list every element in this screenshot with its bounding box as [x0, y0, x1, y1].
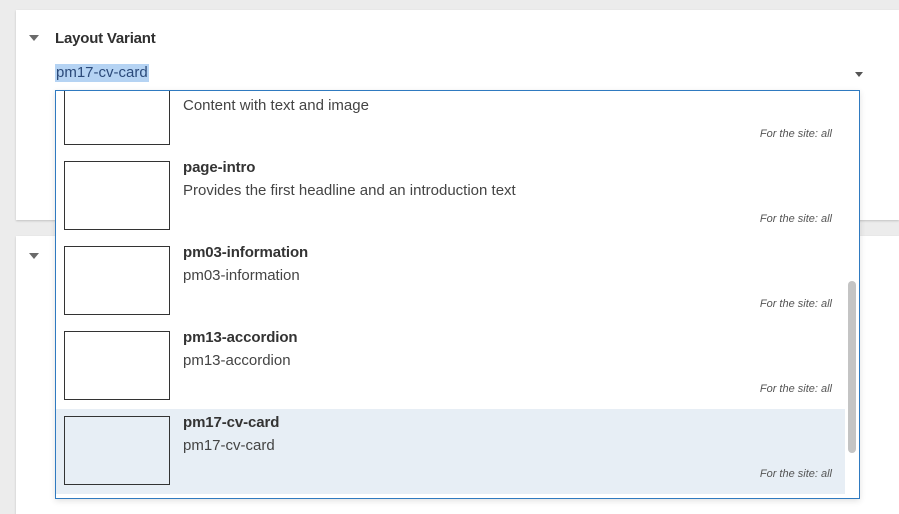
option-pm03-information[interactable]: pm03-information pm03-information For th…	[56, 239, 846, 324]
option-description: pm17-cv-card	[183, 437, 275, 454]
layout-variant-select[interactable]: pm17-cv-card	[55, 62, 863, 86]
layout-variant-dropdown-list[interactable]: content-text-image Content with text and…	[55, 90, 860, 499]
option-name: pm17-cv-card	[183, 414, 280, 431]
option-pm17-cv-card[interactable]: pm17-cv-card pm17-cv-card For the site: …	[56, 409, 846, 494]
option-thumbnail	[64, 161, 170, 230]
option-page-intro[interactable]: page-intro Provides the first headline a…	[56, 154, 846, 239]
option-description: pm13-accordion	[183, 352, 291, 369]
scrollbar-thumb[interactable]	[848, 281, 856, 453]
option-thumbnail	[64, 331, 170, 400]
select-value[interactable]: pm17-cv-card	[55, 64, 149, 82]
option-name: pm13-accordion	[183, 329, 298, 346]
option-site-scope: For the site: all	[759, 213, 832, 225]
editor-page: Layout Variant pm17-cv-card content-text…	[0, 0, 899, 514]
option-thumbnail	[64, 416, 170, 485]
option-site-scope: For the site: all	[759, 128, 832, 140]
collapse-caret-icon[interactable]	[29, 253, 39, 259]
option-name: pm03-information	[183, 244, 309, 261]
section-title: Layout Variant	[55, 30, 156, 47]
chevron-down-icon[interactable]	[855, 72, 863, 77]
option-site-scope: For the site: all	[759, 468, 832, 480]
option-name: page-intro	[183, 159, 256, 176]
option-thumbnail	[64, 246, 170, 315]
option-content-text-image[interactable]: content-text-image Content with text and…	[56, 90, 846, 154]
option-description: Content with text and image	[183, 97, 369, 114]
option-thumbnail	[64, 91, 170, 145]
option-site-scope: For the site: all	[759, 383, 832, 395]
option-list: content-text-image Content with text and…	[56, 90, 846, 494]
option-description: pm03-information	[183, 267, 300, 284]
option-pm13-accordion[interactable]: pm13-accordion pm13-accordion For the si…	[56, 324, 846, 409]
option-name: content-text-image	[183, 90, 315, 91]
collapse-caret-icon[interactable]	[29, 35, 39, 41]
option-description: Provides the first headline and an intro…	[183, 182, 516, 199]
option-site-scope: For the site: all	[759, 298, 832, 310]
dropdown-scrollbar[interactable]	[845, 91, 859, 498]
